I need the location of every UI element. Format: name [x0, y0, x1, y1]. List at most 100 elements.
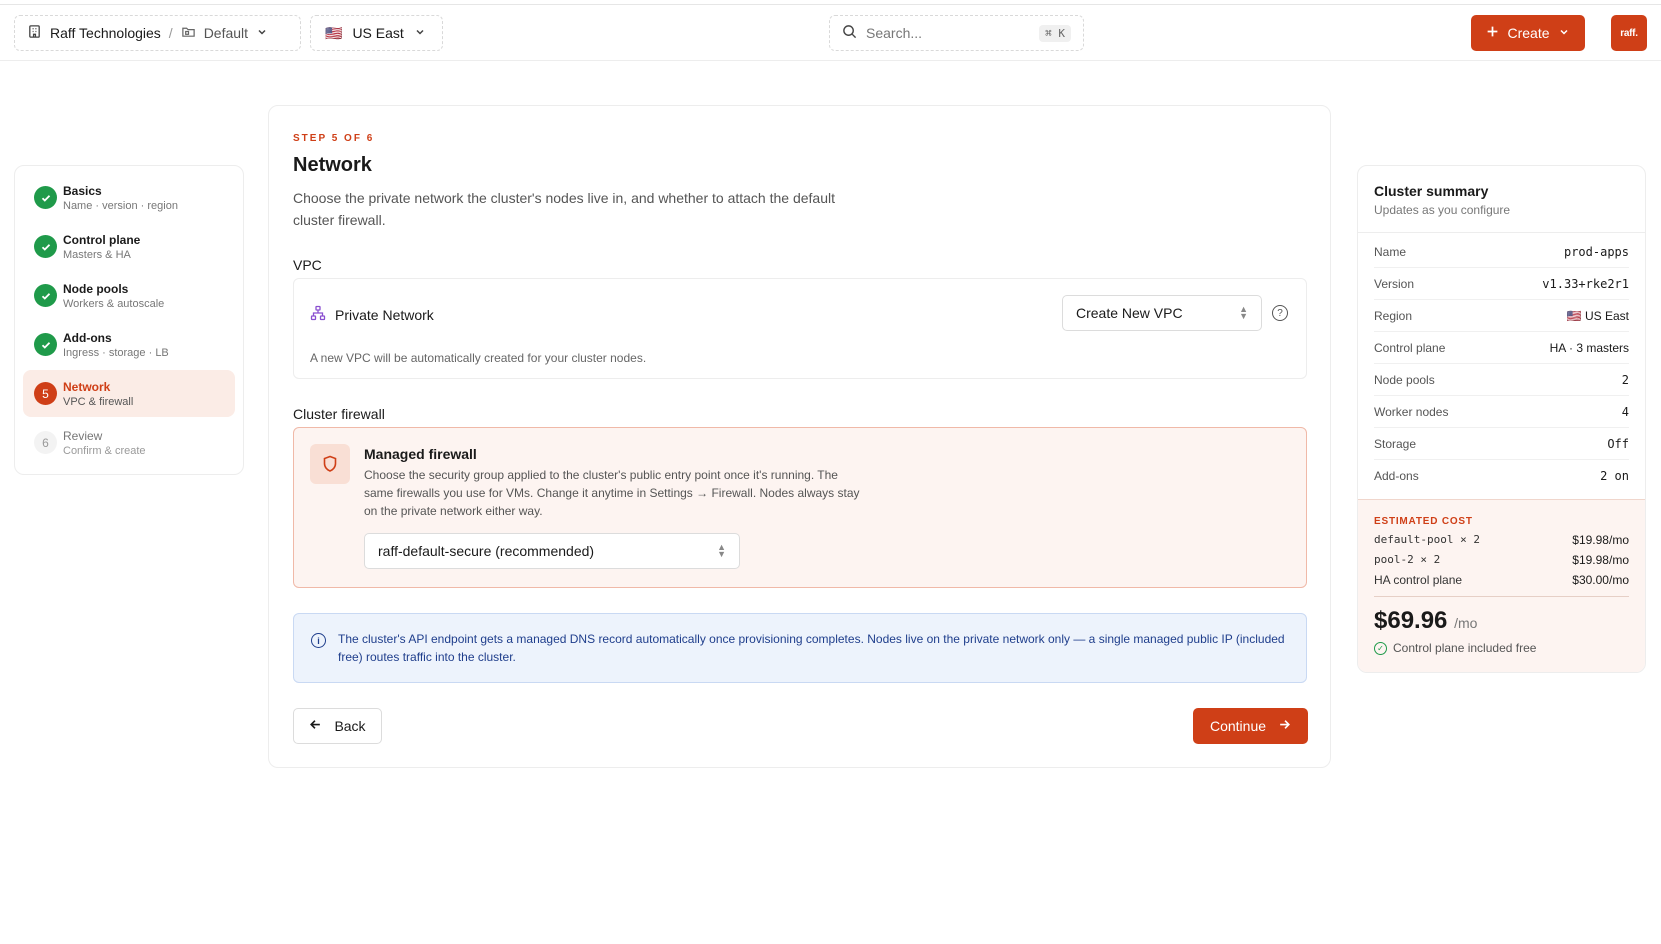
row-value: 2	[1621, 372, 1629, 387]
row-value: 2 on	[1600, 469, 1629, 483]
row-key: Storage	[1374, 436, 1417, 451]
step-subtitle: Ingress · storage · LB	[63, 346, 169, 359]
continue-label: Continue	[1209, 718, 1267, 734]
row-key: Control plane	[1374, 340, 1446, 355]
total-cost: $69.96 /mo	[1374, 607, 1629, 635]
region-name: US East	[352, 25, 404, 41]
wizard-steps: Basics Name · version · region Control pl…	[14, 165, 244, 475]
check-circle-icon: ✓	[1374, 641, 1387, 655]
info-icon: i	[311, 633, 326, 648]
plus-icon	[1486, 25, 1499, 41]
total-amount: $69.96	[1374, 607, 1448, 634]
us-flag-icon: 🇺🇸	[325, 24, 343, 41]
summary-subtitle: Updates as you configure	[1374, 203, 1511, 217]
summary-rows: Name prod-apps Version v1.33+rke2r1 Region…	[1374, 236, 1629, 492]
network-icon	[310, 305, 326, 324]
search-icon	[842, 24, 857, 42]
step-basics[interactable]: Basics Name · version · region	[23, 174, 235, 221]
arrow-right-icon	[1278, 718, 1291, 734]
step-number: 5	[34, 382, 57, 405]
row-key: Region	[1374, 308, 1413, 323]
cost-label: ESTIMATED COST	[1374, 516, 1473, 527]
cluster-summary-panel: Cluster summary Updates as you configure…	[1357, 165, 1646, 673]
check-icon	[34, 186, 57, 209]
private-network-label: Private Network	[335, 306, 434, 323]
firewall-title: Managed firewall	[364, 446, 477, 462]
top-bar: Raff Technologies / Default 🇺🇸 US East S…	[0, 5, 1661, 61]
help-icon[interactable]: ?	[1272, 305, 1288, 321]
step-add-ons[interactable]: Add-ons Ingress · storage · LB	[23, 321, 235, 368]
org-project-switcher[interactable]: Raff Technologies / Default	[14, 15, 301, 51]
cost-line-price: $19.98/mo	[1572, 553, 1629, 567]
cost-line-name: default-pool × 2	[1374, 533, 1480, 546]
firewall-select[interactable]: raff-default-secure (recommended) ▲ ▼	[364, 533, 740, 569]
summary-row-storage: Storage Off	[1374, 428, 1629, 460]
vpc-label: VPC	[293, 257, 322, 273]
estimated-cost-section: ESTIMATED COST default-pool × 2 $19.98/mo…	[1358, 499, 1645, 672]
step-title: Control plane	[63, 232, 141, 247]
search-input[interactable]: Search... ⌘ K	[829, 15, 1084, 51]
step-control-plane[interactable]: Control plane Masters & HA	[23, 223, 235, 270]
row-key: Version	[1374, 276, 1415, 291]
step-subtitle: VPC & firewall	[63, 395, 134, 408]
create-button[interactable]: Create	[1471, 15, 1585, 51]
cost-line: pool-2 × 2 $19.98/mo	[1374, 553, 1629, 567]
chevron-down-icon	[256, 25, 268, 41]
step-network[interactable]: 5 Network VPC & firewall	[23, 370, 235, 417]
vpc-select[interactable]: Create New VPC ▲ ▼	[1062, 295, 1262, 331]
cluster-firewall-label: Cluster firewall	[293, 406, 385, 422]
shield-icon	[310, 444, 350, 484]
check-icon	[34, 284, 57, 307]
step-title: Review	[63, 428, 103, 443]
org-name: Raff Technologies	[50, 25, 161, 41]
arrow-left-icon	[309, 718, 322, 734]
chevron-down-icon	[1558, 25, 1570, 41]
row-value: Off	[1607, 436, 1629, 451]
select-caret-icon: ▲ ▼	[1239, 304, 1248, 321]
back-button[interactable]: Back	[293, 708, 382, 744]
free-note: ✓ Control plane included free	[1374, 641, 1629, 655]
row-value: 4	[1621, 404, 1629, 419]
step-review[interactable]: 6 Review Confirm & create	[23, 419, 235, 466]
select-caret-icon: ▲ ▼	[717, 542, 726, 559]
user-avatar[interactable]: raff.	[1611, 15, 1647, 51]
vpc-card: Private Network Create New VPC ▲ ▼ ? A ne…	[293, 278, 1307, 379]
folder-icon	[181, 24, 196, 42]
step-number: 6	[34, 431, 57, 454]
row-key: Name	[1374, 244, 1407, 259]
check-icon	[34, 333, 57, 356]
summary-row-node-pools: Node pools 2	[1374, 364, 1629, 396]
page-description: Choose the private network the cluster's…	[293, 190, 835, 228]
search-shortcut-badge: ⌘ K	[1039, 24, 1071, 42]
building-icon	[27, 24, 42, 42]
summary-row-region: Region 🇺🇸 US East	[1374, 300, 1629, 332]
info-text: The cluster's API endpoint gets a manage…	[338, 632, 1285, 664]
check-icon	[34, 235, 57, 258]
vpc-select-value: Create New VPC	[1076, 305, 1183, 321]
summary-divider	[1358, 232, 1645, 233]
free-note-text: Control plane included free	[1393, 641, 1537, 655]
step-subtitle: Confirm & create	[63, 444, 146, 457]
summary-row-name: Name prod-apps	[1374, 236, 1629, 268]
continue-button[interactable]: Continue	[1193, 708, 1308, 744]
row-value: prod-apps	[1563, 244, 1629, 259]
row-key: Worker nodes	[1374, 404, 1449, 419]
step-title: Network	[63, 379, 111, 394]
dns-info-banner: i The cluster's API endpoint gets a mana…	[293, 613, 1307, 683]
firewall-description: Choose the security group applied to the…	[364, 468, 860, 518]
create-label: Create	[1507, 25, 1550, 41]
summary-row-control-plane: Control plane HA · 3 masters	[1374, 332, 1629, 364]
row-value: 🇺🇸 US East	[1566, 308, 1629, 323]
step-node-pools[interactable]: Node pools Workers & autoscale	[23, 272, 235, 319]
summary-row-add-ons: Add-ons 2 on	[1374, 460, 1629, 492]
project-name: Default	[203, 25, 249, 41]
search-placeholder: Search...	[866, 25, 923, 41]
total-unit: /mo	[1454, 615, 1478, 631]
region-switcher[interactable]: 🇺🇸 US East	[310, 15, 443, 51]
step-title: Basics	[63, 183, 102, 198]
step-subtitle: Name · version · region	[63, 199, 178, 212]
cost-line-name: pool-2 × 2	[1374, 553, 1441, 566]
private-network-title: Private Network	[310, 305, 434, 324]
chevron-down-icon	[414, 25, 426, 41]
row-value: v1.33+rke2r1	[1542, 276, 1629, 291]
